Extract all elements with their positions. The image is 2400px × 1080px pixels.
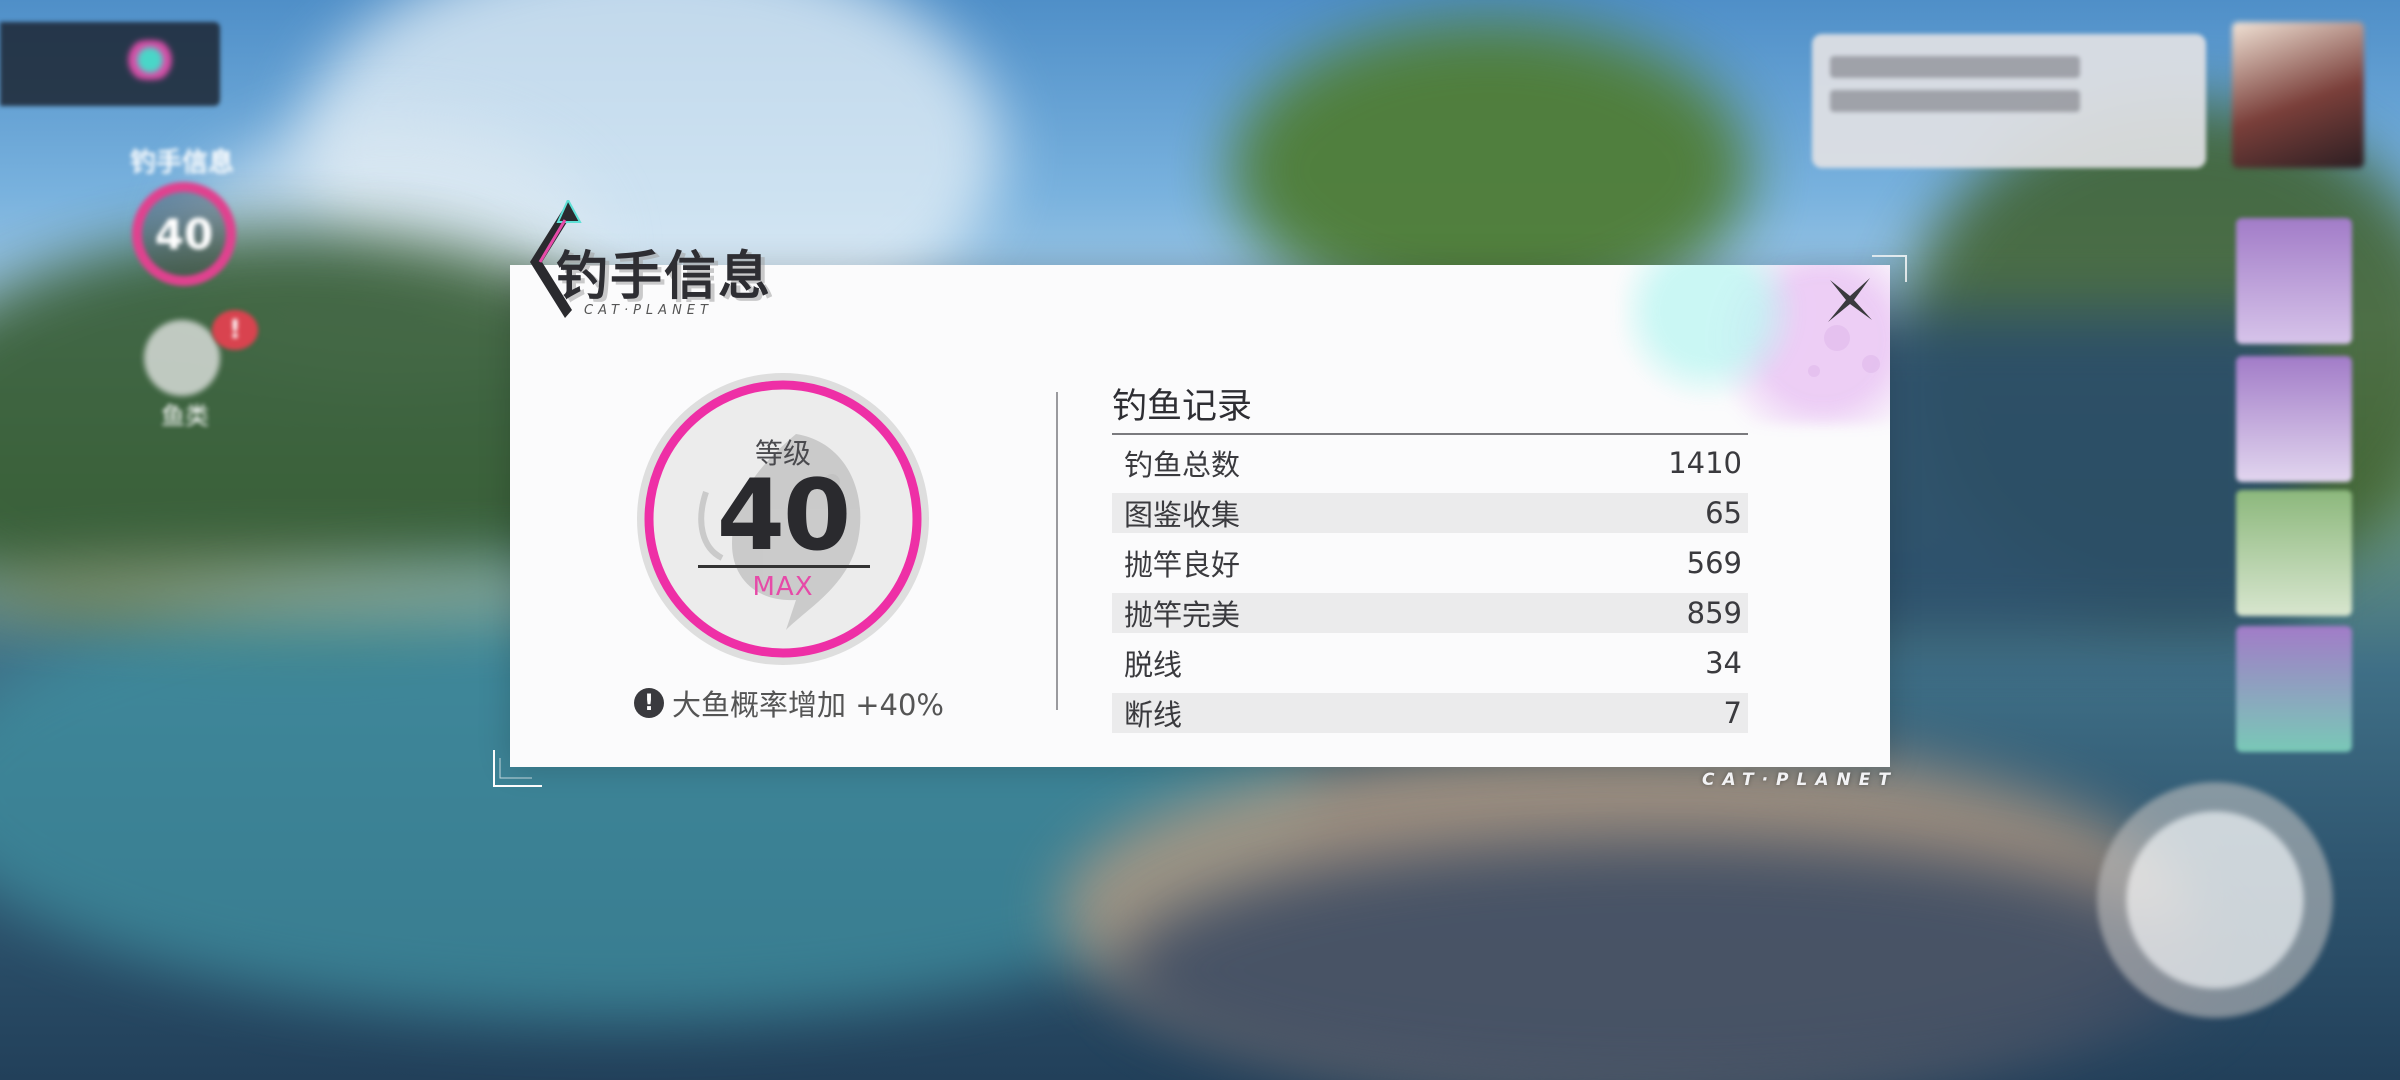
record-value: 859 — [1686, 596, 1742, 630]
record-row: 断线 7 — [1112, 693, 1748, 733]
fish-book-icon[interactable] — [144, 320, 220, 396]
record-label: 抛竿完美 — [1124, 598, 1241, 632]
record-label: 抛竿良好 — [1124, 548, 1241, 582]
logo-icon — [120, 40, 180, 80]
record-label: 图鉴收集 — [1124, 498, 1241, 532]
record-label: 钓鱼总数 — [1124, 448, 1241, 482]
character-avatar[interactable] — [2232, 22, 2364, 168]
record-label: 断线 — [1124, 698, 1183, 732]
level-divider — [698, 565, 870, 568]
alert-icon: ! — [634, 688, 664, 718]
inventory-slot-rod[interactable] — [2236, 218, 2352, 344]
record-row: 抛竿完美 859 — [1112, 593, 1748, 633]
brand-footer: CAT·PLANET — [1702, 770, 1898, 790]
record-value: 569 — [1686, 546, 1742, 580]
record-value: 65 — [1705, 496, 1742, 530]
hud-level-label: 钓手信息 — [129, 148, 234, 178]
record-row: 抛竿良好 569 — [1112, 543, 1748, 583]
inventory-slot-bait[interactable] — [2236, 626, 2352, 752]
hud-quest-panel[interactable] — [1812, 34, 2206, 168]
dialog-title: 钓手信息 — [556, 247, 773, 307]
fishing-records: 钓鱼记录 钓鱼总数 1410 图鉴收集 65 抛竿良好 569 抛竿完美 859… — [1112, 378, 1748, 743]
dialog-title-block: 钓手信息 CAT·PLANET — [510, 200, 810, 330]
close-button[interactable] — [1822, 272, 1878, 328]
record-value: 1410 — [1668, 446, 1742, 480]
level-max-tag: MAX — [752, 572, 814, 602]
hud-level-ring[interactable]: 40 — [132, 182, 236, 286]
record-label: 脱线 — [1124, 648, 1183, 682]
bonus-info: ! 大鱼概率增加 +40% — [634, 682, 954, 724]
level-value: 40 — [716, 459, 851, 573]
records-title: 钓鱼记录 — [1112, 378, 1748, 435]
record-row: 脱线 34 — [1112, 643, 1748, 683]
vertical-divider — [1056, 392, 1058, 710]
record-value: 7 — [1723, 696, 1742, 730]
inventory-slot-reel[interactable] — [2236, 356, 2352, 482]
game-screen: 钓手信息 40 ! 鱼类 钓手信息 CAT·PLANET 等级 40 MAX !… — [0, 0, 2400, 1080]
record-value: 34 — [1705, 646, 1742, 680]
inventory-slot-line[interactable] — [2236, 490, 2352, 616]
close-icon — [1828, 278, 1872, 322]
hud-fish-label: 鱼类 — [161, 402, 209, 430]
brand-label: CAT·PLANET — [584, 303, 713, 318]
hud-level-value: 40 — [154, 209, 214, 259]
cast-button[interactable] — [2070, 770, 2360, 1030]
notification-badge: ! — [212, 310, 258, 350]
record-row: 钓鱼总数 1410 — [1112, 443, 1748, 483]
record-row: 图鉴收集 65 — [1112, 493, 1748, 533]
hud-menu-button[interactable] — [0, 22, 220, 106]
level-badge: 等级 40 MAX — [636, 372, 930, 666]
bonus-text: 大鱼概率增加 +40% — [672, 688, 944, 722]
